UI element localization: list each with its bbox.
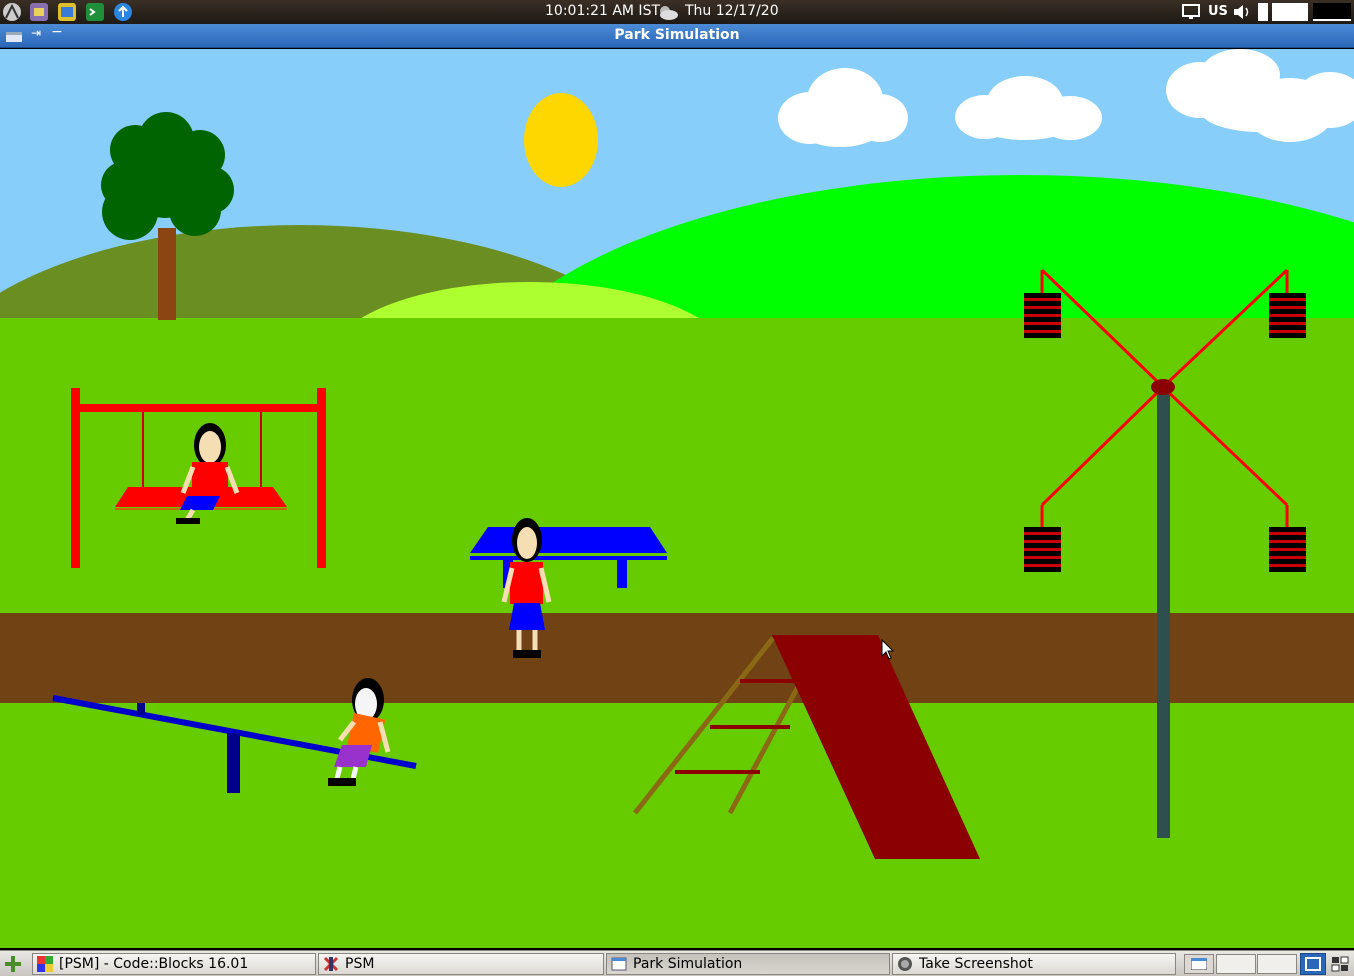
window-list-icon bbox=[1305, 957, 1321, 971]
task-codeblocks[interactable]: [PSM] - Code::Blocks 16.01 bbox=[32, 953, 316, 975]
window-title: Park Simulation bbox=[614, 27, 740, 43]
top-panel: 10:01:21 AM IST Thu 12/17/20 US bbox=[0, 0, 1354, 24]
task-label: Park Simulation bbox=[633, 956, 743, 972]
xterm-icon bbox=[323, 956, 339, 972]
terminal-icon[interactable] bbox=[85, 2, 105, 22]
taskbar: [PSM] - Code::Blocks 16.01 PSM Park Simu… bbox=[0, 950, 1354, 976]
ferris-cabin bbox=[1269, 293, 1306, 338]
task-label: Take Screenshot bbox=[919, 956, 1033, 972]
dirt-path bbox=[0, 613, 1354, 703]
show-desktop-button[interactable] bbox=[1184, 954, 1214, 974]
workspace-switcher[interactable] bbox=[1300, 953, 1326, 975]
ferris-cabin bbox=[1024, 293, 1061, 338]
tree-trunk bbox=[158, 228, 176, 320]
app-menu-icon[interactable] bbox=[2, 2, 22, 22]
task-label: PSM bbox=[345, 956, 375, 972]
workspace-1[interactable] bbox=[1216, 954, 1256, 974]
task-take-screenshot[interactable]: Take Screenshot bbox=[892, 953, 1176, 975]
camera-icon bbox=[898, 957, 912, 971]
weather-icon[interactable] bbox=[655, 3, 679, 21]
update-icon[interactable] bbox=[113, 2, 133, 22]
browser-icon[interactable] bbox=[57, 2, 77, 22]
sun bbox=[524, 93, 598, 187]
task-label: [PSM] - Code::Blocks 16.01 bbox=[59, 956, 249, 972]
park-canvas bbox=[0, 49, 1354, 948]
task-park-simulation[interactable]: Park Simulation bbox=[606, 953, 890, 975]
add-launcher-icon[interactable] bbox=[3, 955, 23, 973]
battery-indicator[interactable] bbox=[1258, 3, 1268, 21]
memory-monitor[interactable] bbox=[1313, 3, 1351, 21]
keyboard-layout[interactable]: US bbox=[1208, 4, 1228, 19]
ferris-cabin bbox=[1269, 527, 1306, 572]
codeblocks-icon bbox=[37, 956, 53, 972]
network-icon[interactable] bbox=[1182, 4, 1200, 20]
clock[interactable]: 10:01:21 AM IST bbox=[545, 3, 660, 19]
ferris-cabin bbox=[1024, 527, 1061, 572]
desktop-icon bbox=[1191, 958, 1207, 970]
workspace-2[interactable] bbox=[1257, 954, 1297, 974]
file-manager-icon[interactable] bbox=[29, 2, 49, 22]
task-psm[interactable]: PSM bbox=[318, 953, 604, 975]
volume-icon[interactable] bbox=[1232, 4, 1252, 20]
date[interactable]: Thu 12/17/20 bbox=[685, 3, 779, 19]
tray-menu-icon[interactable] bbox=[1330, 955, 1350, 973]
cpu-monitor[interactable] bbox=[1272, 3, 1308, 21]
window-icon bbox=[611, 957, 627, 971]
window-titlebar[interactable]: ⇥ − Park Simulation bbox=[0, 24, 1354, 48]
